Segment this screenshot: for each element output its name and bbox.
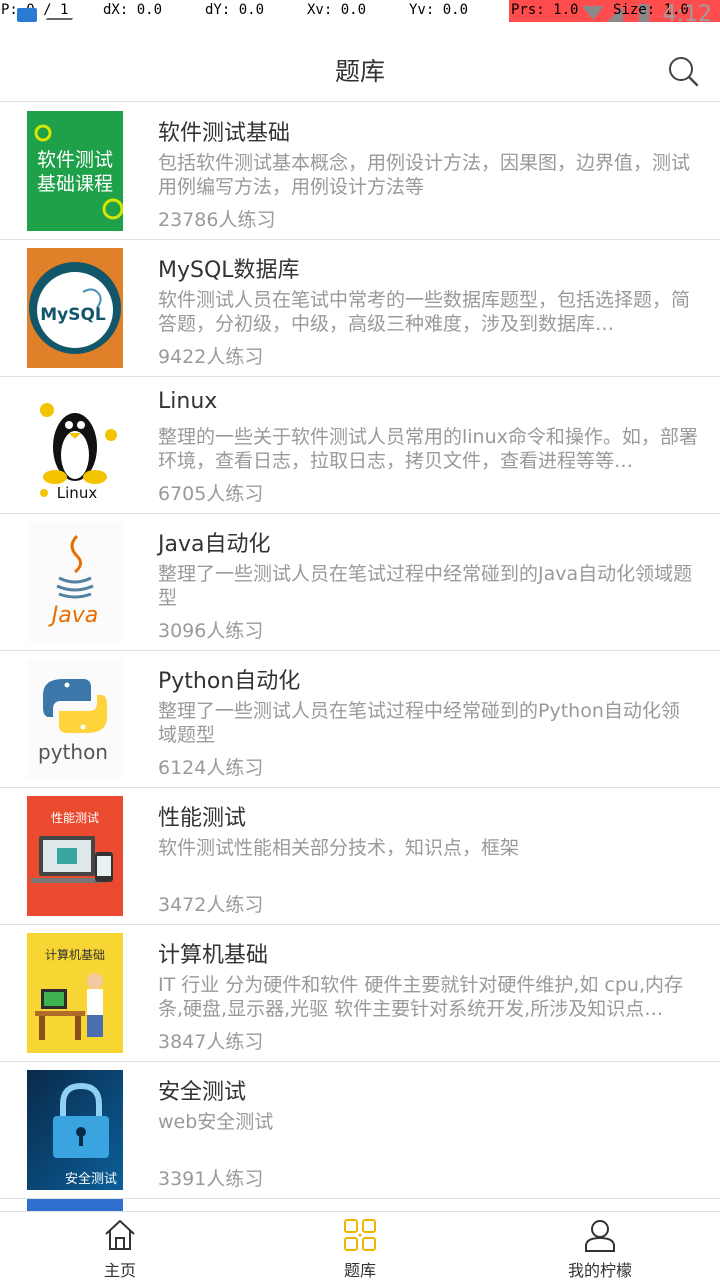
item-description: 软件测试人员在笔试中常考的一些数据库题型，包括选择题，简答题，分初级，中级，高级… (158, 289, 691, 335)
list-item[interactable]: python Python自动化 整理了一些测试人员在笔试过程中经常碰到的Pyt… (0, 651, 720, 788)
item-description: web安全测试 (158, 1111, 274, 1133)
nav-label-my-lemon: 我的柠檬 (567, 1261, 632, 1280)
item-title: 软件测试基础 (158, 121, 291, 146)
user-icon (585, 1220, 615, 1252)
pointer-xv: Xv: 0.0 (307, 2, 367, 18)
item-description: IT 行业 分为硬件和软件 硬件主要就针对硬件维护,如 cpu,内存条,硬盘,显… (158, 974, 683, 1020)
pointer-dy: dY: 0.0 (205, 2, 265, 18)
practice-count: 3472人练习 (158, 894, 264, 916)
course-thumbnail: Java (27, 522, 123, 642)
practice-count: 3096人练习 (158, 620, 264, 642)
course-thumbnail: 性能测试 (27, 796, 123, 916)
practice-count: 23786人练习 (158, 209, 276, 231)
item-title: 计算机基础 (158, 943, 269, 968)
item-description: 软件测试性能相关部分技术，知识点，框架 (158, 837, 520, 859)
course-thumbnail: 软件测试 基础课程 (27, 111, 123, 231)
item-description: 整理了一些测试人员在笔试过程中经常碰到的Java自动化领域题型 (158, 563, 693, 609)
item-title: Linux (158, 389, 218, 414)
list-item[interactable]: 软件测试 基础课程 软件测试基础 包括软件测试基本概念，用例设计方法，因果图，边… (0, 103, 720, 240)
practice-count: 3391人练习 (158, 1168, 264, 1190)
nav-label-question-bank: 题库 (343, 1261, 376, 1280)
list-item[interactable]: Java Java自动化 整理了一些测试人员在笔试过程中经常碰到的Java自动化… (0, 514, 720, 651)
list-item[interactable]: 计算机基础 计算机基础 IT 行业 分为硬件和软件 硬件主要就针对硬件维护,如 … (0, 925, 720, 1062)
course-thumbnail: MySQL (27, 248, 123, 368)
item-title: 安全测试 (158, 1080, 247, 1105)
practice-count: 3847人练习 (158, 1031, 264, 1053)
bottom-navigation: 主页 题库 我的柠檬 (0, 1211, 720, 1280)
app-notification-icon (17, 8, 37, 22)
svg-text:计算机基础: 计算机基础 (45, 947, 105, 962)
svg-text:安全测试: 安全测试 (65, 1171, 117, 1187)
svg-text:MySQL: MySQL (40, 305, 106, 325)
nav-item-home[interactable]: 主页 (0, 1212, 240, 1280)
nav-item-question-bank[interactable]: 题库 (240, 1212, 480, 1280)
practice-count: 6705人练习 (158, 483, 264, 505)
pointer-yv: Yv: 0.0 (409, 2, 469, 18)
item-title: Java自动化 (158, 532, 271, 557)
next-item-thumbnail-peek (27, 1199, 123, 1211)
svg-text:Linux: Linux (57, 484, 98, 502)
pointer-prs: Prs: 1.0 (511, 2, 579, 18)
search-button[interactable] (667, 55, 699, 87)
item-title: 性能测试 (158, 806, 247, 831)
item-title: Python自动化 (158, 669, 301, 694)
title-bar: 题库 (0, 22, 720, 102)
list-item[interactable]: Linux Linux 整理的一些关于软件测试人员常用的linux命令和操作。如… (0, 377, 720, 514)
course-thumbnail: python (27, 659, 123, 779)
list-item[interactable]: 安全测试 安全测试 web安全测试 3391人练习 (0, 1062, 720, 1199)
item-description: 整理了一些测试人员在笔试过程中经常碰到的Python自动化领域题型 (158, 700, 680, 746)
item-description: 整理的一些关于软件测试人员常用的linux命令和操作。如，部署环境，查看日志，拉… (158, 426, 698, 472)
practice-count: 6124人练习 (158, 757, 264, 779)
item-description: 包括软件测试基本概念，用例设计方法，因果图，边界值，测试用例编写方法，用例设计方… (158, 152, 691, 198)
svg-text:基础课程: 基础课程 (37, 173, 113, 195)
list-item[interactable]: 性能测试 性能测试 软件测试性能相关部分技术，知识点，框架 3472人练习 (0, 788, 720, 925)
practice-count: 9422人练习 (158, 346, 264, 368)
pointer-dx: dX: 0.0 (103, 2, 163, 18)
question-bank-list: 软件测试 基础课程 软件测试基础 包括软件测试基本概念，用例设计方法，因果图，边… (0, 103, 720, 1199)
svg-text:python: python (38, 740, 108, 764)
home-icon (105, 1220, 135, 1250)
wifi-icon (582, 6, 604, 20)
search-icon (669, 57, 699, 87)
svg-text:软件测试: 软件测试 (37, 149, 113, 171)
nav-item-my-lemon[interactable]: 我的柠檬 (480, 1212, 720, 1280)
list-item[interactable]: MySQL MySQL数据库 软件测试人员在笔试中常考的一些数据库题型，包括选择… (0, 240, 720, 377)
svg-text:Java: Java (48, 603, 98, 628)
nav-label-home: 主页 (103, 1261, 136, 1280)
course-thumbnail: 计算机基础 (27, 933, 123, 1053)
page-title: 题库 (334, 57, 385, 86)
status-bar: P: 0 / 1 dX: 0.0 dY: 0.0 Xv: 0.0 Yv: 0.0… (0, 0, 720, 27)
svg-text:性能测试: 性能测试 (51, 810, 99, 825)
grid-icon (344, 1219, 376, 1251)
item-title: MySQL数据库 (158, 258, 300, 283)
course-thumbnail: Linux (27, 385, 123, 505)
course-thumbnail: 安全测试 (27, 1070, 123, 1190)
